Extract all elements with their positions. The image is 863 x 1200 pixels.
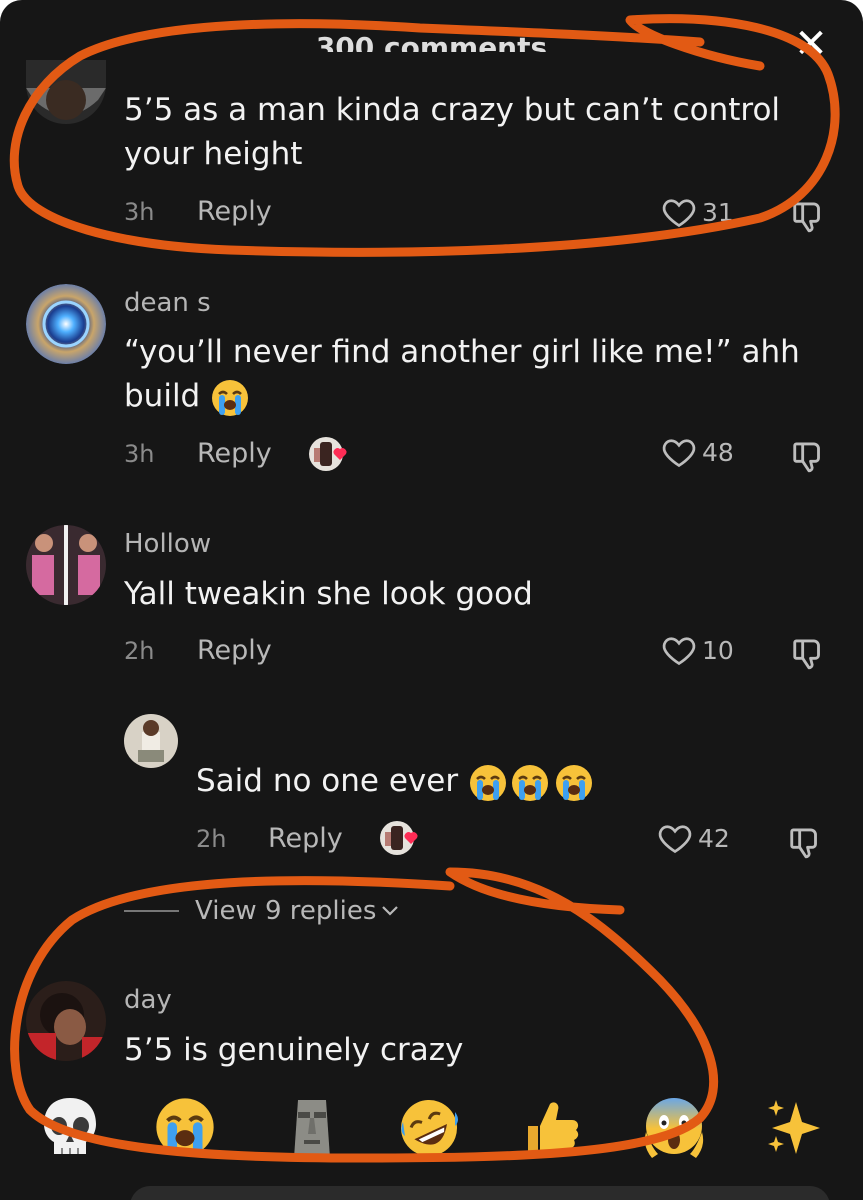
comment-text: Yall tweakin she look good [124,576,533,612]
comment-time: 3h [124,198,155,226]
like-button[interactable]: 10 [660,632,734,668]
avatar[interactable] [26,525,106,605]
thumbs-down-icon [790,828,817,859]
view-replies-label: View 9 replies [195,896,377,926]
comment-username[interactable]: dean s [124,288,211,318]
comments-sheet: 300 comments ✕ 5’5 as a man kinda crazy … [0,0,863,1200]
close-button[interactable]: ✕ [793,24,829,64]
comment-text: 5’5 as a man kinda crazy but can’t contr… [124,92,781,172]
comment-text-body: Said no one ever [196,763,459,799]
comment-time: 2h [196,825,227,853]
comment-username[interactable]: day [124,985,172,1015]
chevron-down-icon [382,906,399,916]
like-count: 42 [698,823,730,853]
comment-text: Said no one ever [196,759,796,803]
comment-time: 2h [124,637,155,665]
dislike-button[interactable] [790,196,828,238]
loudly-crying-face-emoji [469,764,506,801]
like-button[interactable]: 48 [660,434,734,470]
like-count: 31 [702,197,734,227]
sparkles-emoji[interactable] [762,1092,826,1162]
dislike-button[interactable] [787,822,825,864]
loudly-crying-face-emoji[interactable] [153,1092,217,1162]
like-count: 10 [702,635,734,665]
avatar[interactable] [26,60,106,124]
thumbs-down-icon [793,202,820,233]
heart-icon [662,199,696,228]
comment-username[interactable]: Hollow [124,529,211,559]
reply-button[interactable]: Reply [197,196,272,227]
heart-icon [662,637,696,666]
avatar[interactable] [26,284,106,364]
comment-input[interactable] [130,1186,830,1200]
reply-button[interactable]: Reply [197,438,272,469]
moai-emoji[interactable] [280,1092,344,1162]
thumbs-up-emoji[interactable] [518,1092,582,1162]
loudly-crying-face-emoji [511,764,548,801]
skull-emoji[interactable] [38,1092,102,1162]
comments-count-title: 300 comments [315,31,548,52]
loudly-crying-face-emoji [212,379,249,416]
dislike-button[interactable] [790,633,828,675]
emoji-quick-bar [0,1092,863,1172]
comment-text: “you’ll never find another girl like me!… [124,330,824,418]
heart-icon [658,825,692,854]
view-replies-button[interactable]: View 9 replies [124,896,400,926]
divider [124,910,179,912]
loudly-crying-face-emoji [555,764,592,801]
avatar[interactable] [124,714,178,768]
face-screaming-in-fear-emoji[interactable] [642,1092,706,1162]
comment-time: 3h [124,440,155,468]
avatar[interactable] [26,981,106,1061]
creator-liked-badge [379,820,423,860]
thumbs-down-icon [793,442,820,473]
like-count: 48 [702,437,734,467]
comment-text: 5’5 is genuinely crazy [124,1032,464,1068]
dislike-button[interactable] [790,436,828,478]
heart-icon [662,439,696,468]
rolling-on-floor-laughing-emoji[interactable] [397,1092,461,1162]
thumbs-down-icon [793,639,820,670]
creator-liked-badge [308,436,352,476]
reply-button[interactable]: Reply [197,635,272,666]
reply-button[interactable]: Reply [268,823,343,854]
like-button[interactable]: 31 [660,194,734,230]
like-button[interactable]: 42 [656,820,730,856]
